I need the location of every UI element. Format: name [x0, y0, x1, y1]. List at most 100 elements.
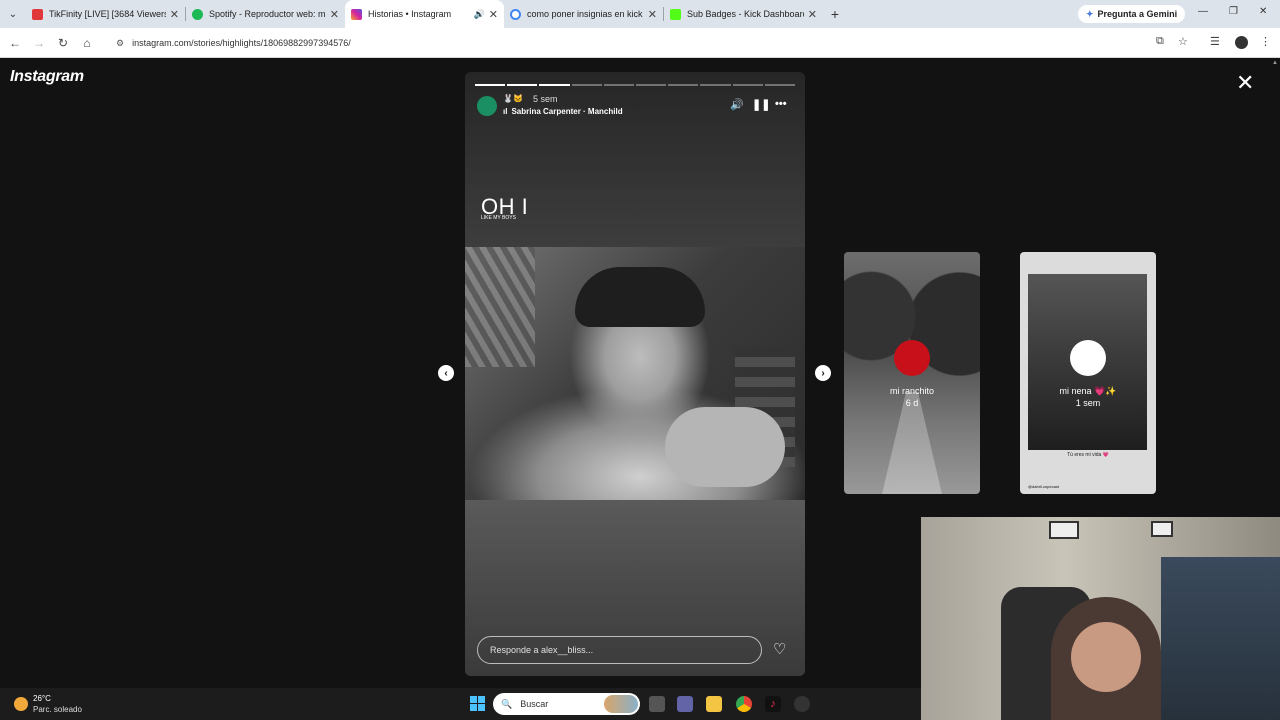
- gemini-sparkle-icon: ✦: [1086, 8, 1094, 19]
- search-highlight-image: [604, 695, 638, 713]
- browser-tab-bar: ⌄ TikFinity [LIVE] [3684 Viewers] ✕ Spot…: [0, 0, 1280, 28]
- story-song[interactable]: ıl Sabrina Carpenter · Manchild: [503, 107, 623, 116]
- progress-segment: [700, 84, 731, 86]
- obs-icon[interactable]: [794, 696, 810, 712]
- teams-icon[interactable]: [677, 696, 693, 712]
- instagram-logo[interactable]: Instagram: [10, 68, 84, 86]
- reload-icon[interactable]: ↻: [51, 36, 75, 50]
- reply-input[interactable]: Responde a alex__bliss...: [477, 636, 762, 664]
- close-story-icon[interactable]: ✕: [1236, 72, 1254, 94]
- new-tab-plus-icon[interactable]: +: [823, 6, 847, 22]
- progress-segment: [603, 84, 635, 86]
- close-tab-icon[interactable]: ✕: [170, 8, 179, 21]
- highlight-avatar: [1070, 340, 1106, 376]
- minimize-icon[interactable]: —: [1198, 6, 1208, 17]
- highlight-time: 6 d: [905, 398, 919, 408]
- wall-frame: [1049, 521, 1079, 539]
- more-options-icon[interactable]: •••: [775, 98, 787, 110]
- close-window-icon[interactable]: ✕: [1259, 6, 1267, 17]
- close-tab-icon[interactable]: ✕: [808, 8, 817, 21]
- photo-arm: [665, 407, 785, 487]
- wall-frame: [1151, 521, 1173, 537]
- task-view-icon[interactable]: [649, 696, 665, 712]
- progress-segment: [668, 84, 699, 86]
- webcam-overlay: [921, 517, 1280, 720]
- gemini-button[interactable]: ✦ Pregunta a Gemini: [1078, 5, 1186, 23]
- tab-title: Spotify - Reproductor web: mús: [209, 9, 326, 19]
- tikfinity-favicon-icon: [32, 8, 43, 20]
- profile-avatar[interactable]: [1235, 36, 1248, 49]
- progress-segment: [539, 84, 570, 86]
- search-icon: 🔍: [501, 698, 513, 709]
- home-icon[interactable]: ⌂: [75, 36, 99, 50]
- like-heart-icon[interactable]: ♡: [773, 640, 786, 658]
- tab-title: como poner insignias en kick -: [527, 9, 644, 19]
- reply-placeholder: Responde a alex__bliss...: [490, 645, 594, 655]
- tab-audio-icon[interactable]: 🔊: [474, 9, 485, 20]
- tab-instagram[interactable]: Historias • Instagram 🔊 ✕: [345, 0, 504, 28]
- forward-arrow-icon[interactable]: →: [27, 36, 51, 50]
- close-tab-icon[interactable]: ✕: [648, 8, 657, 21]
- tab-list-chevron-icon[interactable]: ⌄: [0, 0, 26, 28]
- story-card[interactable]: 🐰🐱 5 sem ıl Sabrina Carpenter · Manchild…: [465, 72, 805, 676]
- story-author-avatar[interactable]: [477, 96, 497, 116]
- volume-icon[interactable]: 🔊: [730, 98, 744, 111]
- url-field[interactable]: ⚙ instagram.com/stories/highlights/18069…: [106, 32, 1146, 54]
- weather-sun-icon[interactable]: [14, 697, 28, 711]
- progress-segment: [636, 84, 667, 86]
- story-photo: [465, 247, 805, 500]
- chrome-icon[interactable]: [736, 696, 752, 712]
- pause-icon[interactable]: ❚❚: [752, 98, 770, 111]
- weather-condition[interactable]: Parc. soleado: [33, 705, 82, 714]
- file-explorer-icon[interactable]: [706, 696, 722, 712]
- song-label: Sabrina Carpenter · Manchild: [511, 107, 623, 116]
- instagram-favicon-icon: [351, 8, 362, 20]
- spotify-favicon-icon: [192, 8, 203, 20]
- highlight-footer: @dabril.zupecast: [1028, 484, 1059, 489]
- tab-spotify[interactable]: Spotify - Reproductor web: mús ✕: [186, 0, 345, 28]
- tab-title: Historias • Instagram: [368, 9, 452, 19]
- back-arrow-icon[interactable]: ←: [3, 36, 27, 50]
- tab-kick-dashboard[interactable]: Sub Badges - Kick Dashboard ✕: [664, 0, 823, 28]
- kick-favicon-icon: [670, 8, 681, 20]
- taskbar-search[interactable]: 🔍 Buscar: [493, 693, 640, 715]
- gemini-label: Pregunta a Gemini: [1097, 9, 1178, 19]
- tab-google-search[interactable]: como poner insignias en kick - ✕: [504, 0, 663, 28]
- webcam-blanket: [1161, 557, 1280, 720]
- tab-tikfinity[interactable]: TikFinity [LIVE] [3684 Viewers] ✕: [26, 0, 185, 28]
- progress-segment: [764, 84, 796, 86]
- highlight-card-mi-nena[interactable]: mi nena 💗✨ 1 sem Tú eres mi vida 💗 @dabr…: [1020, 252, 1156, 494]
- google-favicon-icon: [510, 8, 521, 20]
- windows-start-icon[interactable]: [470, 696, 485, 711]
- highlight-time: 1 sem: [1075, 398, 1101, 408]
- webcam-face: [1071, 622, 1141, 692]
- progress-segment: [475, 84, 506, 86]
- address-toolbar: ← → ↻ ⌂ ⚙ instagram.com/stories/highligh…: [0, 28, 1280, 58]
- weather-temperature[interactable]: 26°C: [33, 694, 51, 703]
- highlight-name: mi ranchito: [889, 386, 934, 396]
- story-progress-bar: [475, 84, 796, 86]
- tiktok-icon[interactable]: ♪: [765, 696, 781, 712]
- highlight-caption: Tú eres mi vida 💗: [1067, 452, 1109, 458]
- reading-list-icon[interactable]: ☰: [1210, 35, 1220, 48]
- close-tab-icon[interactable]: ✕: [330, 8, 339, 21]
- search-label: Buscar: [520, 699, 549, 709]
- scrollbar-up-arrow-icon[interactable]: ▲: [1272, 60, 1278, 66]
- more-menu-icon[interactable]: ⋮: [1260, 35, 1271, 48]
- progress-segment: [507, 84, 538, 86]
- photo-roof: [465, 247, 535, 367]
- install-app-icon[interactable]: ⧉: [1156, 35, 1164, 48]
- previous-story-chevron-icon[interactable]: ‹: [438, 365, 454, 381]
- site-info-icon[interactable]: ⚙: [116, 38, 124, 49]
- photo-hair: [575, 267, 705, 327]
- music-bars-icon: ıl: [503, 107, 508, 116]
- highlight-card-mi-ranchito[interactable]: mi ranchito 6 d: [844, 252, 980, 494]
- close-tab-icon[interactable]: ✕: [489, 8, 498, 21]
- next-story-chevron-icon[interactable]: ›: [815, 365, 831, 381]
- story-time-ago: 5 sem: [533, 94, 558, 104]
- highlight-avatar: [894, 340, 930, 376]
- progress-segment: [571, 84, 602, 86]
- story-text-overlay-small: LIKE MY BOYS: [481, 215, 516, 221]
- restore-icon[interactable]: ❐: [1229, 6, 1238, 17]
- bookmark-star-icon[interactable]: ☆: [1178, 35, 1188, 48]
